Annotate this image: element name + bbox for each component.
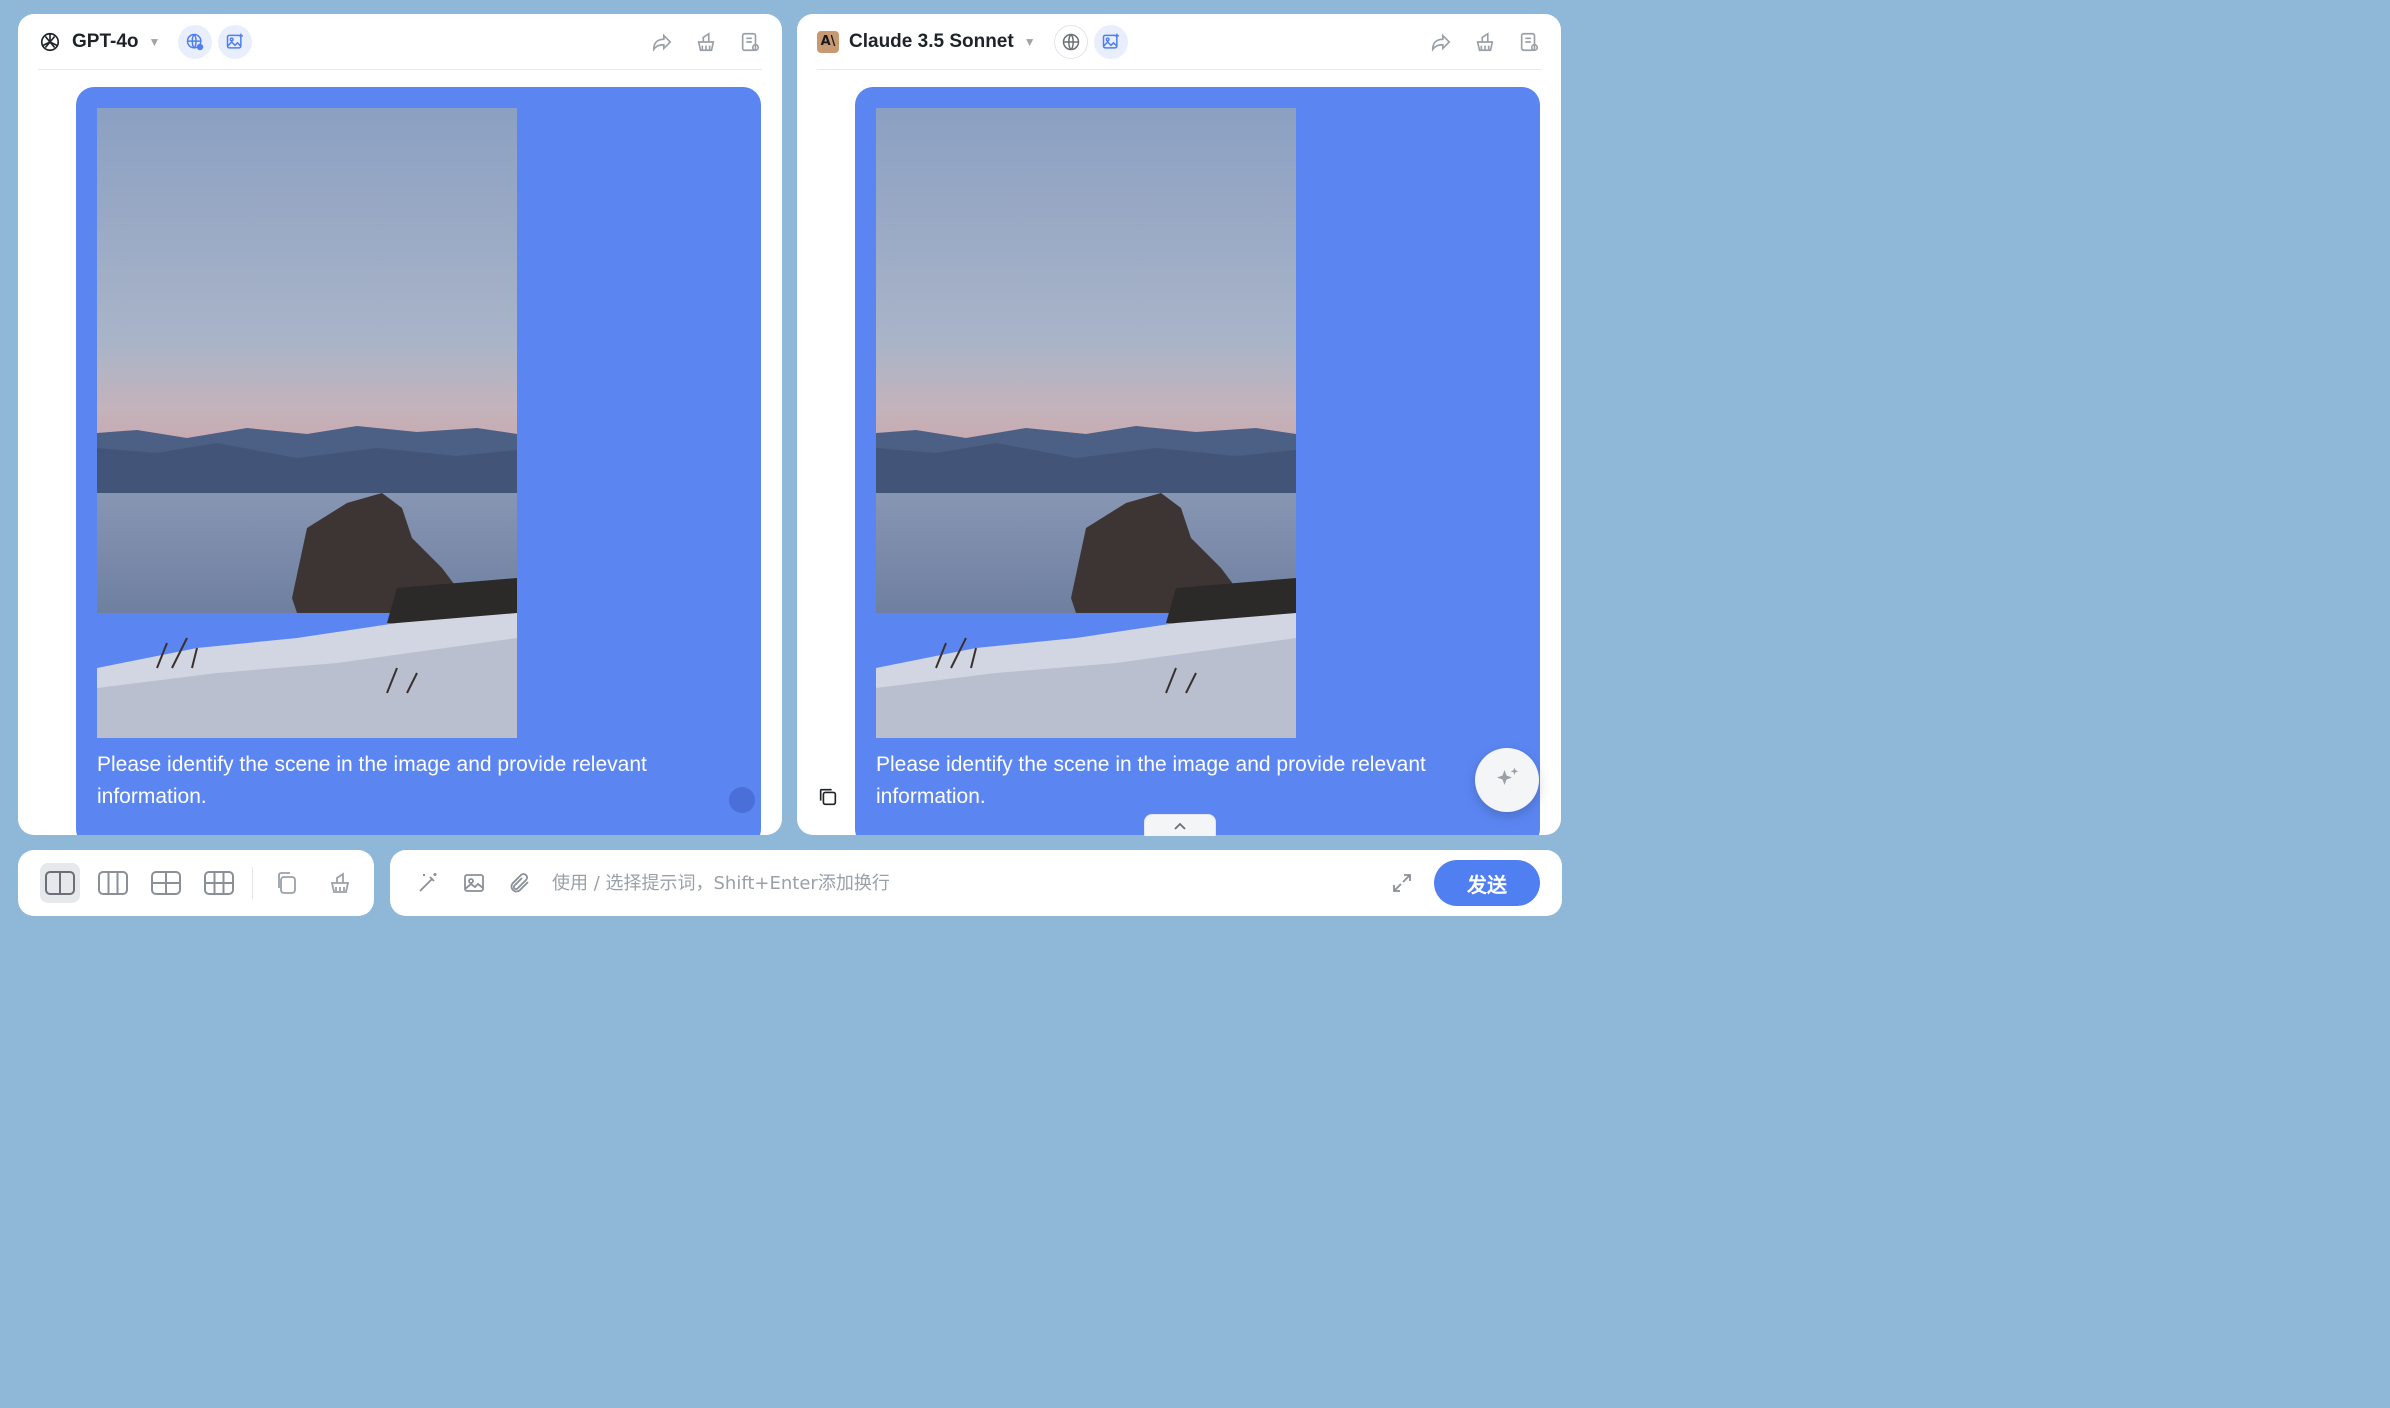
copy-icon <box>278 872 296 894</box>
clear-icon <box>330 872 350 893</box>
collapse-toggle[interactable] <box>1144 814 1216 836</box>
layout-single-button[interactable] <box>40 863 80 903</box>
web-search-toggle[interactable] <box>178 24 213 59</box>
attached-image[interactable] <box>876 108 1296 738</box>
web-search-toggle[interactable] <box>1053 24 1088 59</box>
layout-single-icon <box>45 871 75 895</box>
layout-grid-icon <box>151 871 181 895</box>
user-message-bubble: Please identify the scene in the image a… <box>855 87 1540 835</box>
anthropic-logo-icon: A\ <box>817 30 839 53</box>
chevron-up-icon <box>1174 822 1186 830</box>
copy-icon[interactable] <box>817 786 841 810</box>
copy-all-button[interactable] <box>267 863 307 903</box>
panel-header: A\ Claude 3.5 Sonnet ▼ <box>817 14 1541 70</box>
clear-all-button[interactable] <box>320 863 360 903</box>
send-button[interactable]: 发送 <box>1434 860 1540 906</box>
ai-assistant-button[interactable] <box>1475 748 1539 812</box>
prompt-composer: 发送 <box>390 850 1562 916</box>
magic-wand-icon[interactable] <box>414 869 442 897</box>
clear-icon[interactable] <box>694 30 718 54</box>
chevron-down-icon[interactable]: ▼ <box>1024 35 1036 49</box>
layout-three-column-button[interactable] <box>93 863 133 903</box>
attachment-icon[interactable] <box>506 869 534 897</box>
notes-icon[interactable] <box>738 30 762 54</box>
clear-icon[interactable] <box>1473 30 1497 54</box>
openai-logo-icon <box>38 30 62 54</box>
layout-grid-large-icon <box>204 871 234 895</box>
chevron-down-icon[interactable]: ▼ <box>149 35 161 49</box>
prompt-input[interactable] <box>552 872 1388 894</box>
message-text: Please identify the scene in the image a… <box>97 753 647 808</box>
divider <box>252 867 253 899</box>
model-name[interactable]: Claude 3.5 Sonnet <box>849 31 1014 53</box>
attached-image[interactable] <box>97 108 517 738</box>
layout-switcher <box>18 850 374 916</box>
image-gen-toggle[interactable] <box>218 24 253 59</box>
layout-grid-2x2-button[interactable] <box>146 863 186 903</box>
share-icon[interactable] <box>650 30 674 54</box>
layout-grid-3x2-button[interactable] <box>199 863 239 903</box>
panel-header: GPT-4o ▼ <box>38 14 762 70</box>
status-indicator <box>729 787 755 813</box>
layout-columns-icon <box>98 871 128 895</box>
chat-panel-gpt-4o: GPT-4o ▼ Please identify the scene in th… <box>18 14 782 835</box>
message-text: Please identify the scene in the image a… <box>876 753 1426 808</box>
image-gen-toggle[interactable] <box>1093 24 1128 59</box>
user-message-bubble: Please identify the scene in the image a… <box>76 87 761 835</box>
notes-icon[interactable] <box>1517 30 1541 54</box>
share-icon[interactable] <box>1429 30 1453 54</box>
expand-icon[interactable] <box>1388 869 1416 897</box>
chat-panel-claude: A\ Claude 3.5 Sonnet ▼ Please identify t… <box>797 14 1561 835</box>
image-upload-icon[interactable] <box>460 869 488 897</box>
model-name[interactable]: GPT-4o <box>72 31 139 53</box>
